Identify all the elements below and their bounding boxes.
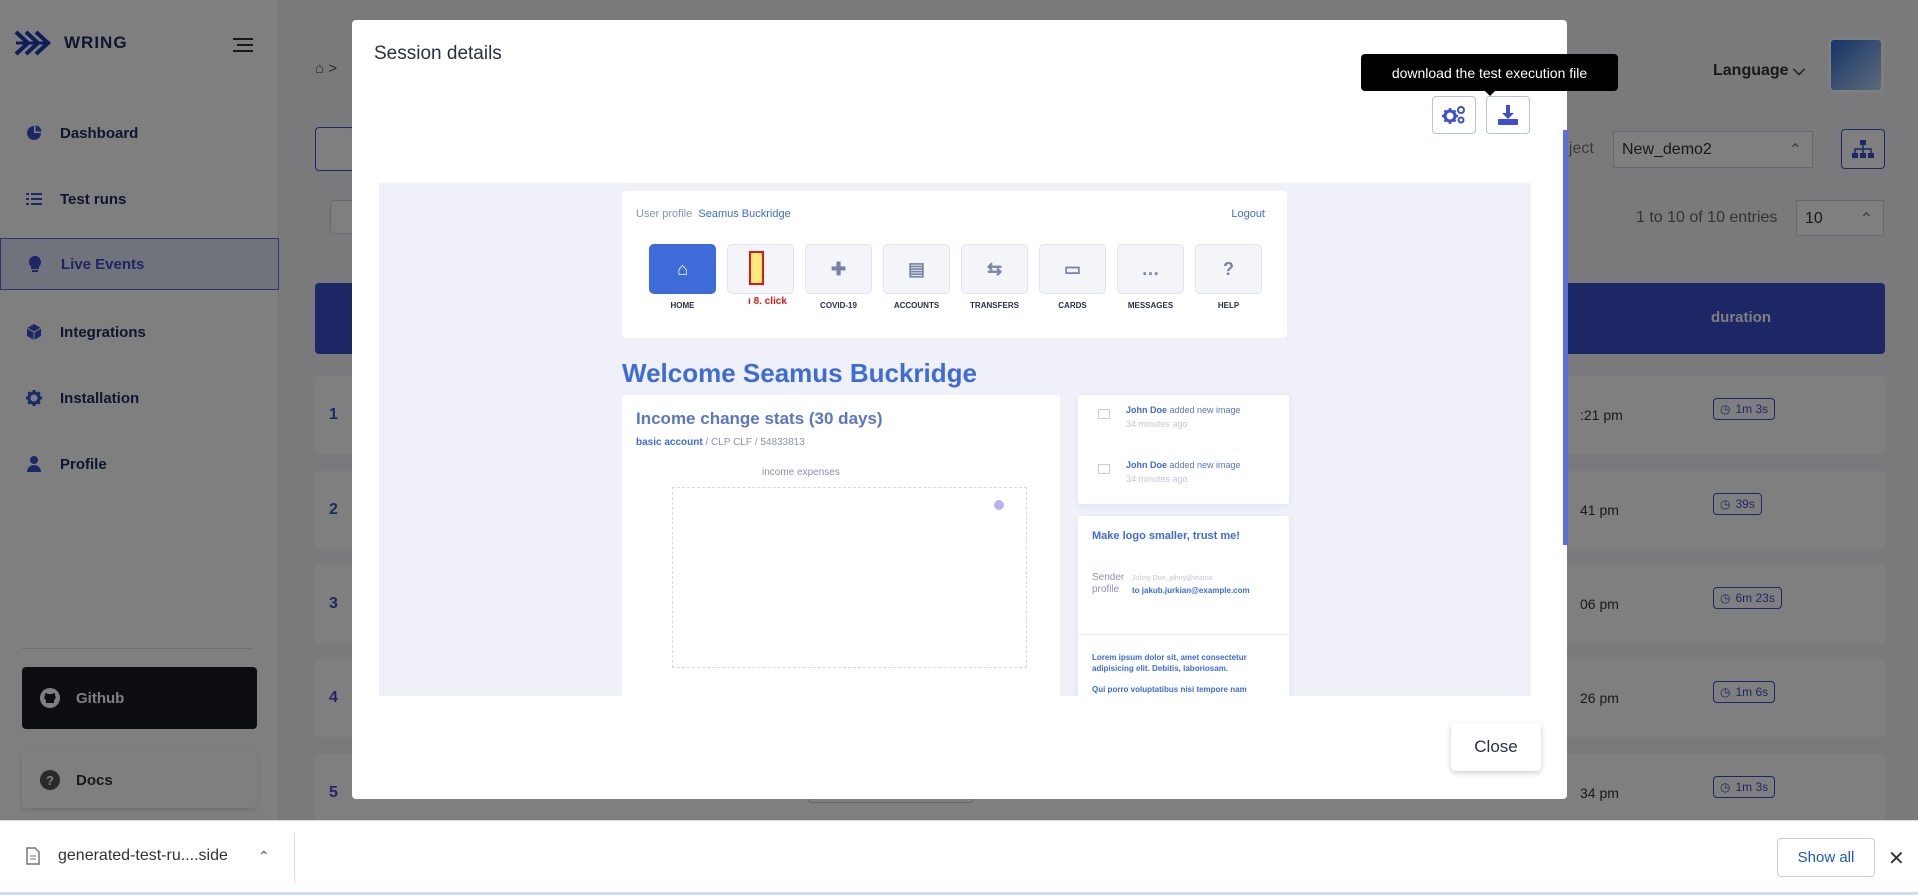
credit-card-icon: ▭ xyxy=(1039,244,1106,294)
transfer-arrows-icon: ⇆ xyxy=(961,244,1028,294)
session-preview[interactable]: User profile Seamus Buckridge Logout ⌂ H… xyxy=(379,163,1531,696)
stats-subtitle: basic account / CLP CLF / 54833813 xyxy=(636,437,805,448)
message-body-1: Lorem ipsum dolor sit, amet consectetur … xyxy=(1092,653,1247,673)
list-item: John Doe added new image 34 minutes ago xyxy=(1092,395,1282,449)
message-title: Make logo smaller, trust me! xyxy=(1092,530,1240,542)
modal-title: Session details xyxy=(374,43,502,64)
divider xyxy=(1078,634,1289,635)
preview-activity-feed: John Doe added new image 34 minutes ago … xyxy=(1078,395,1289,504)
stats-chart-area xyxy=(672,487,1027,668)
stats-legend: income expenses xyxy=(762,467,840,478)
feed-text: John Doe added new image xyxy=(1126,460,1241,470)
preview-welcome: Welcome Seamus Buckridge xyxy=(622,358,977,388)
image-placeholder-icon xyxy=(1098,409,1110,419)
image-placeholder-icon xyxy=(1098,464,1110,474)
show-all-label: Show all xyxy=(1797,849,1855,866)
stats-sub: / CLP CLF / 54833813 xyxy=(702,437,805,448)
click-highlight-box xyxy=(749,251,764,285)
tile-label: CARDS xyxy=(1058,301,1087,310)
click-label: 8. click xyxy=(753,296,787,307)
download-file-name: generated-test-ru....side xyxy=(58,847,228,864)
preview-logout: Logout xyxy=(1231,208,1265,220)
chat-bubble-icon: … xyxy=(1117,244,1184,294)
stats-title: Income change stats (30 days) xyxy=(636,409,883,428)
tile-label: HOME xyxy=(670,301,695,310)
message-body-2: Qui porro voluptatibus nisi tempore nam xyxy=(1092,685,1247,694)
download-item[interactable]: generated-test-ru....side xyxy=(26,847,228,865)
message-body: Lorem ipsum dolor sit, amet consectetur … xyxy=(1092,652,1272,695)
chevron-up-icon[interactable]: ⌃ xyxy=(258,848,270,865)
download-tooltip: download the test execution file xyxy=(1361,54,1618,96)
file-icon xyxy=(26,847,40,865)
download-icon xyxy=(1498,105,1518,125)
feed-name: John Doe xyxy=(1126,460,1168,470)
message-to: to jakub.jurkian@example.com xyxy=(1132,586,1250,595)
feed-time: 34 minutes ago xyxy=(1126,474,1188,484)
cursor-icon xyxy=(994,500,1004,510)
show-all-button[interactable]: Show all xyxy=(1777,838,1875,877)
close-label: Close xyxy=(1474,737,1518,756)
feed-time: 34 minutes ago xyxy=(1126,419,1188,429)
download-bar: generated-test-ru....side ⌃ Show all ✕ xyxy=(0,820,1918,895)
close-button[interactable]: Close xyxy=(1451,723,1541,771)
sender-profile-alt: Sender profile xyxy=(1092,572,1125,595)
home-icon: ⌂ xyxy=(649,244,716,294)
divider xyxy=(294,833,295,883)
tile-label: TRANSFERS xyxy=(970,301,1019,310)
user-profile-alt: User profile xyxy=(636,208,693,220)
settings-button[interactable] xyxy=(1432,96,1476,134)
preview-message-card: Make logo smaller, trust me! Sender prof… xyxy=(1078,516,1289,696)
modal-scrollbar[interactable] xyxy=(1563,130,1568,545)
preview-nav-card: User profile Seamus Buckridge Logout ⌂ H… xyxy=(622,191,1287,338)
feed-action: added new image xyxy=(1167,405,1241,415)
tile-label: HELP xyxy=(1217,301,1240,310)
list-item: John Doe added new image 34 minutes ago xyxy=(1092,450,1282,504)
tile-label: MESSAGES xyxy=(1127,301,1174,310)
stats-account: basic account xyxy=(636,437,703,448)
cogs-icon xyxy=(1442,106,1465,124)
download-button[interactable] xyxy=(1486,96,1530,134)
clipboard-icon: ▤ xyxy=(883,244,950,294)
feed-action: added new image xyxy=(1167,460,1241,470)
tile-label: COVID-19 xyxy=(820,301,857,310)
feed-text: John Doe added new image xyxy=(1126,405,1241,415)
click-step-label: ı 8. click xyxy=(748,296,787,307)
user-name: Seamus Buckridge xyxy=(698,208,791,220)
medkit-icon: ✚ xyxy=(805,244,872,294)
close-icon[interactable]: ✕ xyxy=(1888,846,1905,871)
feed-name: John Doe xyxy=(1126,405,1168,415)
preview-user: User profile Seamus Buckridge xyxy=(636,208,791,220)
tile-label: ACCOUNTS xyxy=(893,301,940,310)
preview-stats-card: Income change stats (30 days) basic acco… xyxy=(622,395,1060,696)
message-from: Johny Doe, johny@teamo xyxy=(1132,575,1213,582)
help-question-icon: ? xyxy=(1195,244,1262,294)
